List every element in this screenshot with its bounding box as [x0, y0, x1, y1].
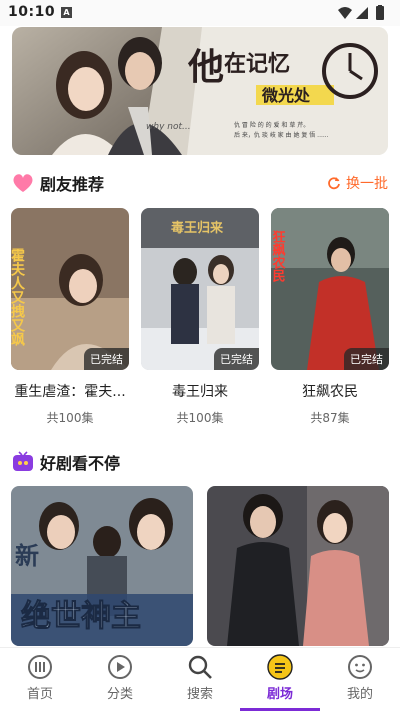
poster-art: 新 绝世神主 — [11, 486, 193, 646]
banner-line2: 后 来，仇 琰 岐 家 由 她 复 悟 ...... — [234, 131, 329, 139]
tab-theater[interactable]: 剧场 — [240, 654, 320, 702]
episode-count: 共100集 — [176, 411, 224, 425]
recommend-title: 剧友推荐 — [40, 175, 105, 194]
tab-category[interactable]: 分类 — [80, 654, 160, 702]
poster-art: 毒王归来 — [141, 208, 259, 370]
drama-title[interactable]: 毒王归来 — [141, 381, 259, 401]
recommend-header: 剧友推荐 — [12, 170, 104, 196]
home-icon — [28, 655, 52, 679]
tab-label: 首页 — [26, 687, 53, 702]
refresh-icon — [328, 177, 340, 190]
status-badge: 已完结 — [344, 348, 389, 370]
poster-text: 绝世神主 — [21, 599, 141, 634]
battery-icon — [376, 5, 384, 20]
drama-card[interactable]: 霍夫人又拽又飒 已完结 重生虐渣：霍夫... 共100集 — [11, 208, 129, 426]
heart-icon — [13, 174, 33, 192]
wifi-icon — [338, 7, 352, 19]
banner-title-part2: 在记忆 — [224, 51, 290, 77]
banner-signature: why not... — [146, 122, 191, 132]
tab-profile[interactable]: 我的 — [320, 654, 400, 702]
poster-text: 霍夫人又拽又飒 — [11, 247, 25, 347]
tab-label: 搜索 — [186, 687, 213, 702]
poster-art: 霍夫人又拽又飒 — [11, 208, 129, 370]
drama-card[interactable]: 毒王归来 已完结 毒王归来 共100集 — [141, 208, 259, 426]
status-badge: 已完结 — [84, 348, 129, 370]
theater-icon — [267, 654, 293, 680]
tv-icon — [13, 451, 33, 471]
status-time: 10:10 — [8, 4, 56, 20]
profile-icon — [348, 655, 372, 679]
poster-art: 狂飙农民 — [271, 208, 389, 370]
banner-title-main: 他 — [187, 46, 224, 88]
banner-line1: 仇 冒 险 的 的 爱 和 草 芹。 — [234, 121, 309, 129]
poster-text: 毒王归来 — [171, 220, 224, 236]
poster-text: 狂飙农民 — [271, 229, 286, 283]
episode-count: 共87集 — [310, 411, 350, 425]
poster-tag: 新 — [15, 541, 39, 570]
search-icon — [188, 655, 212, 679]
poster-art — [207, 486, 389, 646]
drama-title[interactable]: 重生虐渣：霍夫... — [11, 381, 129, 401]
tab-label: 我的 — [346, 687, 373, 702]
drama-poster-large[interactable]: 新 绝世神主 — [11, 486, 193, 646]
status-icons — [338, 5, 384, 20]
drama-poster-large[interactable] — [207, 486, 389, 646]
status-bar: 10:10 A — [0, 0, 400, 26]
tab-label: 分类 — [106, 687, 133, 702]
nonstop-title: 好剧看不停 — [40, 454, 121, 473]
banner-title-part3: 微光处 — [261, 86, 311, 105]
banner-artwork: 他 在记忆 微光处 仇 冒 险 的 的 爱 和 草 芹。 后 来，仇 琰 岐 家… — [12, 27, 388, 155]
drama-card[interactable]: 狂飙农民 已完结 狂飙农民 共87集 — [271, 208, 389, 426]
refresh-button[interactable]: 换一批 — [327, 173, 388, 193]
hero-banner[interactable]: 他 在记忆 微光处 仇 冒 险 的 的 爱 和 草 芹。 后 来，仇 琰 岐 家… — [12, 27, 388, 155]
episode-count: 共100集 — [46, 411, 94, 425]
tab-label: 剧场 — [266, 687, 293, 702]
notification-icon: A — [61, 7, 72, 18]
drama-title[interactable]: 狂飙农民 — [271, 381, 389, 401]
status-badge: 已完结 — [214, 348, 259, 370]
refresh-label: 换一批 — [346, 176, 388, 192]
drama-poster[interactable]: 毒王归来 已完结 — [141, 208, 259, 370]
drama-poster[interactable]: 霍夫人又拽又飒 已完结 — [11, 208, 129, 370]
tab-search[interactable]: 搜索 — [160, 654, 240, 702]
bottom-tab-bar: 首页 分类 搜索 剧场 我的 — [0, 647, 400, 711]
tab-home[interactable]: 首页 — [0, 654, 80, 702]
drama-poster[interactable]: 狂飙农民 已完结 — [271, 208, 389, 370]
category-icon — [108, 655, 132, 679]
signal-icon — [356, 7, 368, 19]
nonstop-header: 好剧看不停 — [12, 449, 120, 475]
